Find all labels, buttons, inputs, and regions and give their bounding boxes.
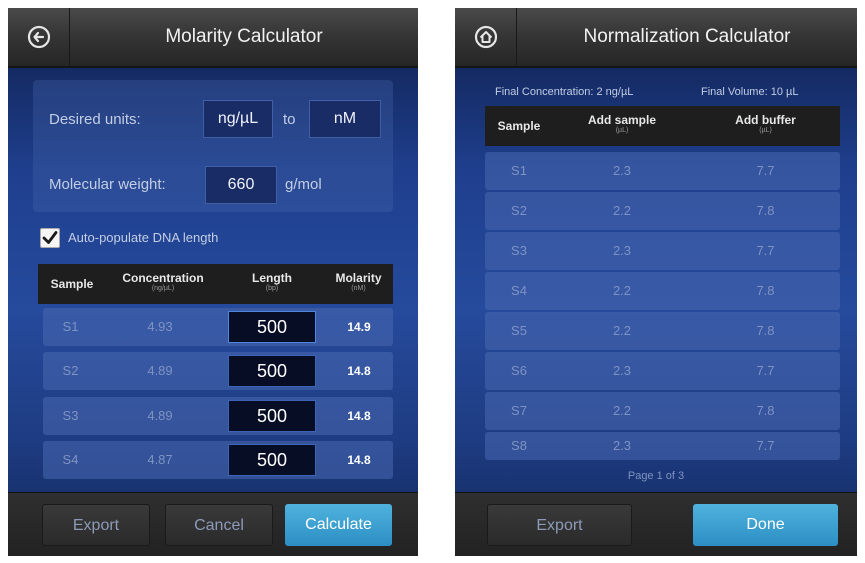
add-sample-cell: 2.3 bbox=[612, 438, 632, 453]
length-input[interactable]: 500 bbox=[228, 400, 316, 432]
sample-cell: S5 bbox=[511, 323, 527, 338]
sample-cell: S3 bbox=[511, 243, 527, 258]
molarity-table-header: Sample Concentration (ng/µL) Length (bp) M… bbox=[38, 264, 393, 304]
length-input[interactable]: 500 bbox=[228, 444, 316, 476]
molecular-weight-unit: g/mol bbox=[285, 176, 322, 193]
add-sample-cell: 2.2 bbox=[612, 323, 632, 338]
concentration-cell: 4.87 bbox=[147, 452, 173, 467]
add-sample-cell: 2.3 bbox=[612, 243, 632, 258]
molarity-cell: 14.8 bbox=[347, 364, 371, 378]
sample-cell: S1 bbox=[62, 319, 79, 334]
sample-cell: S8 bbox=[511, 438, 527, 453]
add-buffer-cell: 7.8 bbox=[756, 203, 775, 218]
table-row: S8 2.3 7.7 bbox=[485, 432, 840, 460]
done-button[interactable]: Done bbox=[693, 504, 838, 546]
length-input[interactable]: 500 bbox=[228, 311, 316, 343]
calculate-button[interactable]: Calculate bbox=[285, 504, 392, 546]
table-row: S5 2.2 7.8 bbox=[485, 312, 840, 350]
desired-units-label: Desired units: bbox=[49, 111, 141, 128]
molarity-calculator-screen: Molarity Calculator Desired units: ng/µL… bbox=[8, 8, 418, 556]
footer-bar: Export Cancel Calculate bbox=[8, 492, 418, 556]
normalization-calculator-screen: Normalization Calculator Final Concentra… bbox=[455, 8, 857, 556]
page-indicator: Page 1 of 3 bbox=[627, 470, 685, 482]
col-sample: Sample bbox=[50, 277, 94, 291]
table-row: S4 4.87 500 14.8 bbox=[43, 441, 393, 479]
col-length: Length (bp) bbox=[252, 271, 292, 292]
table-row: S3 2.3 7.7 bbox=[485, 232, 840, 270]
molarity-cell: 14.9 bbox=[347, 320, 371, 334]
sample-cell: S4 bbox=[511, 283, 527, 298]
col-add-buffer: Add buffer (µL) bbox=[735, 113, 796, 134]
add-sample-cell: 2.3 bbox=[612, 363, 632, 378]
back-button[interactable] bbox=[8, 8, 70, 66]
export-button[interactable]: Export bbox=[42, 504, 150, 546]
add-buffer-cell: 7.7 bbox=[756, 243, 775, 258]
length-input[interactable]: 500 bbox=[228, 355, 316, 387]
table-row: S2 4.89 500 14.8 bbox=[43, 352, 393, 390]
home-button[interactable] bbox=[455, 8, 517, 66]
final-concentration-label: Final Concentration: 2 ng/µL bbox=[495, 86, 634, 98]
add-buffer-cell: 7.8 bbox=[756, 283, 775, 298]
table-row: S4 2.2 7.8 bbox=[485, 272, 840, 310]
table-row: S1 4.93 500 14.9 bbox=[43, 308, 393, 346]
sample-cell: S2 bbox=[511, 203, 527, 218]
col-sample: Sample bbox=[497, 119, 541, 133]
add-buffer-cell: 7.8 bbox=[756, 323, 775, 338]
col-add-sample: Add sample (µL) bbox=[587, 113, 656, 134]
table-row: S6 2.3 7.7 bbox=[485, 352, 840, 390]
normalization-table-header: Sample Add sample (µL) Add buffer (µL) bbox=[485, 106, 840, 146]
sample-cell: S4 bbox=[62, 452, 79, 467]
col-concentration: Concentration (ng/µL) bbox=[122, 271, 204, 292]
sample-cell: S1 bbox=[511, 163, 527, 178]
cancel-button[interactable]: Cancel bbox=[165, 504, 273, 546]
concentration-cell: 4.89 bbox=[147, 408, 173, 423]
final-volume-label: Final Volume: 10 µL bbox=[701, 86, 799, 98]
to-unit-select[interactable]: nM bbox=[309, 100, 381, 138]
home-icon bbox=[474, 25, 497, 49]
add-buffer-cell: 7.8 bbox=[756, 403, 775, 418]
auto-populate-checkbox[interactable] bbox=[40, 228, 60, 248]
sample-cell: S3 bbox=[62, 408, 79, 423]
page-title: Molarity Calculator bbox=[165, 26, 323, 47]
add-buffer-cell: 7.7 bbox=[756, 163, 775, 178]
auto-populate-label: Auto-populate DNA length bbox=[68, 230, 219, 245]
molecular-weight-label: Molecular weight: bbox=[49, 176, 166, 193]
concentration-cell: 4.89 bbox=[147, 363, 173, 378]
header-bar: Molarity Calculator bbox=[8, 8, 418, 68]
sample-cell: S6 bbox=[511, 363, 527, 378]
table-row: S3 4.89 500 14.8 bbox=[43, 397, 393, 435]
checkmark-icon bbox=[42, 231, 58, 244]
add-buffer-cell: 7.7 bbox=[756, 438, 775, 453]
col-molarity: Molarity (nM) bbox=[335, 271, 382, 292]
add-sample-cell: 2.3 bbox=[612, 163, 632, 178]
table-row: S1 2.3 7.7 bbox=[485, 152, 840, 190]
chevron-right-icon[interactable]: › bbox=[856, 278, 857, 309]
sample-cell: S2 bbox=[62, 363, 79, 378]
export-button[interactable]: Export bbox=[487, 504, 632, 546]
table-row: S2 2.2 7.8 bbox=[485, 192, 840, 230]
from-unit-select[interactable]: ng/µL bbox=[203, 100, 273, 138]
add-sample-cell: 2.2 bbox=[612, 203, 632, 218]
to-label: to bbox=[283, 111, 296, 128]
add-sample-cell: 2.2 bbox=[612, 283, 632, 298]
add-buffer-cell: 7.7 bbox=[756, 363, 775, 378]
add-sample-cell: 2.2 bbox=[612, 403, 632, 418]
back-arrow-icon bbox=[27, 25, 50, 49]
concentration-cell: 4.93 bbox=[147, 319, 173, 334]
molarity-cell: 14.8 bbox=[347, 453, 371, 467]
table-row: S7 2.2 7.8 bbox=[485, 392, 840, 430]
units-panel: Desired units: ng/µL to nM Molecular wei… bbox=[33, 80, 393, 212]
footer-bar: Export Done bbox=[455, 492, 857, 556]
molecular-weight-input[interactable]: 660 bbox=[205, 166, 277, 204]
page-title: Normalization Calculator bbox=[583, 26, 791, 47]
molarity-cell: 14.8 bbox=[347, 409, 371, 423]
sample-cell: S7 bbox=[511, 403, 527, 418]
header-bar: Normalization Calculator bbox=[455, 8, 857, 68]
